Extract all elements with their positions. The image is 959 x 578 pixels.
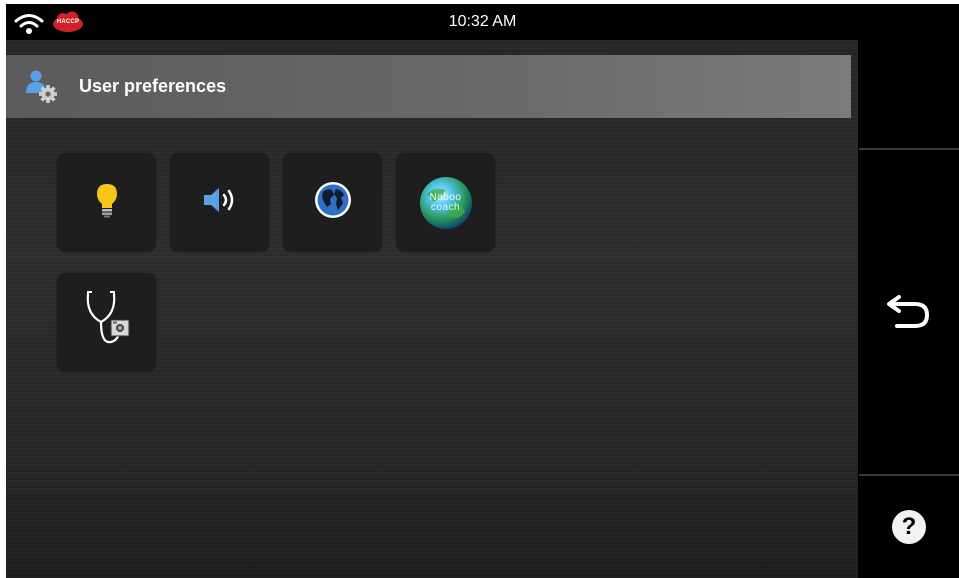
diagnostics-tile[interactable] (57, 273, 156, 372)
language-tile[interactable] (283, 153, 382, 252)
naboo-coach-tile[interactable]: Naboo coach (396, 153, 495, 252)
naboo-coach-globe-icon: Naboo coach (419, 176, 473, 230)
globe-icon (313, 180, 353, 225)
lightbulb-icon (95, 182, 119, 223)
user-settings-icon (24, 69, 60, 110)
naboo-coach-logo-text: Naboo coach (429, 191, 462, 213)
status-bar: HACCP 10:32 AM (6, 4, 959, 40)
page-title: User preferences (79, 76, 227, 96)
sound-tile[interactable] (170, 153, 269, 252)
stethoscope-icon (79, 290, 135, 355)
help-button[interactable]: ? (859, 476, 959, 578)
brightness-tile[interactable] (57, 153, 156, 252)
right-sidebar: ? (859, 40, 959, 578)
main-panel: User preferences Naboo coach (6, 40, 858, 578)
speaker-icon (201, 185, 239, 220)
device-screen: HACCP 10:32 AM User preferences Naboo co… (6, 4, 959, 578)
help-icon: ? (892, 510, 926, 544)
clock: 10:32 AM (448, 13, 517, 30)
back-arrow-icon (885, 289, 933, 336)
header-bar: User preferences (6, 55, 851, 118)
back-button[interactable] (859, 150, 959, 474)
